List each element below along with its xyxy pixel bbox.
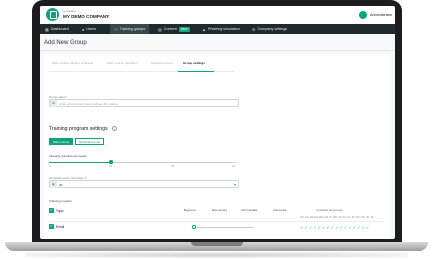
level-slider-handle[interactable] xyxy=(192,225,196,229)
program-row-label: Email xyxy=(56,224,65,229)
nav-label: Training groups xyxy=(119,27,146,31)
user-avatar-icon[interactable] xyxy=(359,11,367,19)
language-codes: CS CA DA ES DE FR IT HR HU NL PL PT RO S… xyxy=(300,216,373,219)
mode-main-course-button[interactable]: Main course xyxy=(49,138,74,145)
stepper-active-indicator xyxy=(178,70,214,72)
intensity-tick: 30 xyxy=(232,165,235,168)
program-row-label: Topic xyxy=(56,208,64,213)
nav-item-company-settings[interactable]: ⚙ Company settings xyxy=(252,24,287,34)
calendar-icon: ▣ xyxy=(50,181,57,188)
nav-item-training-groups[interactable]: ⚇ Training groups xyxy=(110,24,150,34)
company-small-label: Company xyxy=(63,9,76,13)
content-icon: ▤ xyxy=(158,26,162,32)
phishing-icon: ▲ xyxy=(202,26,206,32)
user-menu[interactable]: Administrator xyxy=(370,13,392,17)
group-name-input[interactable]: ab Enter group name (users will see this… xyxy=(49,99,239,107)
nav-label: Content xyxy=(163,27,177,31)
new-badge: NEW xyxy=(178,26,190,32)
check-icon: ✓ xyxy=(365,226,371,230)
laptop-shadow xyxy=(25,252,408,258)
intensity-slider-fill xyxy=(49,161,111,163)
level-advanced: Advanced xyxy=(273,208,287,212)
language-checkmarks: ✓✓✓✓✓✓✓✓✓✓✓✓✓✓✓✓ xyxy=(300,225,370,230)
app-header: Company MY DEMO COMPANY ▾ Administrator xyxy=(40,6,395,24)
level-beginner: Beginner xyxy=(184,208,197,212)
user-icon: ● xyxy=(82,26,85,32)
main-nav: ▦ Dashboard ● Users ⚇ Training groups ▤ … xyxy=(40,24,395,34)
intensity-tick: 20 xyxy=(171,165,174,168)
chevron-down-icon: ▾ xyxy=(234,182,236,187)
nav-item-users[interactable]: ● Users xyxy=(82,24,96,34)
nav-item-dashboard[interactable]: ▦ Dashboard xyxy=(45,24,69,34)
nav-label: Dashboard xyxy=(50,27,69,31)
reminder-select[interactable]: ▣ 30 ▾ xyxy=(49,180,239,188)
company-switcher[interactable]: MY DEMO COMPANY xyxy=(63,14,109,19)
level-intermediate: Intermediate xyxy=(241,208,258,212)
divider xyxy=(49,221,385,222)
step-main-course-repetition[interactable]: Main course repetition xyxy=(107,61,137,65)
nav-label: Phishing simulation xyxy=(207,27,240,31)
mode-optional-course-button[interactable]: Optional course xyxy=(75,138,105,145)
step-optional-course[interactable]: Optional course xyxy=(151,61,173,65)
nav-label: Users xyxy=(86,27,97,31)
step-main-course-schedule[interactable]: Main course training schedule xyxy=(52,61,93,65)
intensity-label: Intensity (minutes per week) xyxy=(49,154,87,158)
group-name-placeholder: Enter group name (users will see this na… xyxy=(59,102,118,106)
checkbox-checked-icon[interactable]: ✓ xyxy=(49,224,54,229)
divider xyxy=(40,50,395,51)
language-code: FI xyxy=(370,216,374,219)
intensity-tick: 10 xyxy=(109,165,112,168)
training-program-label: Training program xyxy=(49,199,72,203)
nav-label: Company settings xyxy=(257,27,288,31)
section-title: Training program settings xyxy=(49,126,108,132)
laptop-notch xyxy=(191,242,243,246)
level-elementary: Elementary xyxy=(212,208,228,212)
company-logo-icon xyxy=(46,8,59,21)
intensity-tick: 0 xyxy=(49,165,51,168)
chevron-down-icon[interactable]: ▾ xyxy=(106,13,108,18)
available-languages-label: Available languages xyxy=(316,208,343,212)
reminder-value: 30 xyxy=(59,183,63,187)
page-title: Add New Group xyxy=(44,40,87,46)
text-field-icon: ab xyxy=(50,100,57,107)
gear-icon: ⚙ xyxy=(252,26,256,32)
level-slider-track[interactable] xyxy=(194,226,254,228)
info-icon[interactable]: i xyxy=(112,126,117,131)
groups-icon: ⚇ xyxy=(114,26,118,32)
intensity-slider-handle[interactable] xyxy=(109,160,113,164)
nav-item-phishing[interactable]: ▲ Phishing simulation xyxy=(202,24,240,34)
grid-icon: ▦ xyxy=(45,26,49,32)
step-group-settings[interactable]: Group settings xyxy=(183,61,205,65)
nav-item-content[interactable]: ▤ Content NEW xyxy=(158,24,190,34)
app-screen: Company MY DEMO COMPANY ▾ Administrator … xyxy=(40,6,395,239)
checkbox-checked-icon[interactable]: ✓ xyxy=(49,208,54,213)
form-card: Main course training schedule Main cours… xyxy=(44,54,390,239)
